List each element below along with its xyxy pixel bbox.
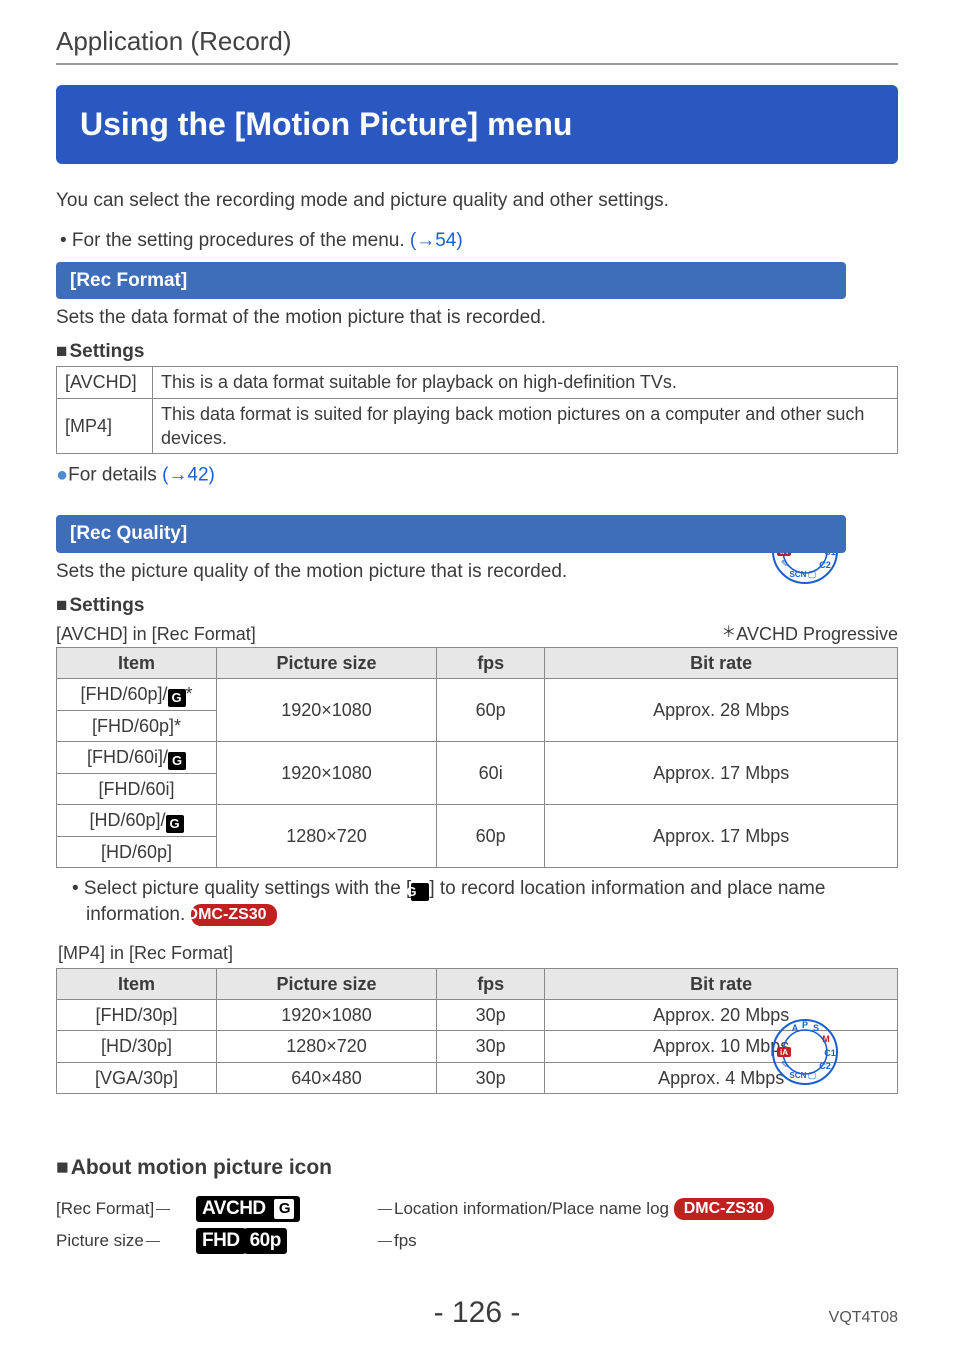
setting-proc-text: • For the setting procedures of the menu… bbox=[60, 230, 410, 251]
rec-format-desc: Sets the data format of the motion pictu… bbox=[56, 305, 898, 331]
fps-cell: 60p bbox=[437, 678, 545, 741]
picture-size-cell: 1920×1080 bbox=[217, 741, 437, 804]
rec-format-table: [AVCHD] This is a data format suitable f… bbox=[56, 366, 898, 454]
details-link[interactable]: (→42) bbox=[162, 465, 215, 486]
col-fps: fps bbox=[437, 647, 545, 678]
rec-format-header: [Rec Format] bbox=[56, 262, 846, 300]
fps-cell: 60p bbox=[437, 805, 545, 868]
setting-procedures-note: • For the setting procedures of the menu… bbox=[60, 228, 898, 254]
table-row: [AVCHD] This is a data format suitable f… bbox=[57, 367, 898, 398]
item-cell: [FHD/60p]/G* bbox=[57, 678, 217, 710]
g-icon: G bbox=[166, 815, 184, 833]
bitrate-cell: Approx. 4 Mbps bbox=[545, 1062, 898, 1093]
svg-text:A: A bbox=[792, 1023, 799, 1033]
label-location-log: Location information/Place name log DMC-… bbox=[394, 1198, 898, 1221]
picture-size-cell: 1280×720 bbox=[217, 805, 437, 868]
avchd-caption: [AVCHD] in [Rec Format] bbox=[56, 622, 256, 646]
col-item: Item bbox=[57, 647, 217, 678]
rec-quality-header: [Rec Quality] bbox=[56, 515, 846, 553]
item-cell: [FHD/60p]* bbox=[57, 710, 217, 741]
table-row: [FHD/60i]/G 1920×1080 60i Approx. 17 Mbp… bbox=[57, 741, 898, 773]
table-row: [FHD/60p]/G* 1920×1080 60p Approx. 28 Mb… bbox=[57, 678, 898, 710]
col-fps: fps bbox=[437, 968, 545, 999]
format-key: [AVCHD] bbox=[57, 367, 153, 398]
bitrate-cell: Approx. 17 Mbps bbox=[545, 741, 898, 804]
note-text-pre: • Select picture quality settings with t… bbox=[72, 878, 411, 899]
setting-proc-link[interactable]: (→54) bbox=[410, 230, 463, 251]
doc-code: VQT4T08 bbox=[829, 1307, 898, 1329]
mp4-caption: [MP4] in [Rec Format] bbox=[58, 941, 898, 965]
g-icon: G bbox=[168, 752, 186, 770]
col-picture-size: Picture size bbox=[217, 968, 437, 999]
svg-text:S: S bbox=[813, 1023, 819, 1033]
format-val: This data format is suited for playing b… bbox=[153, 398, 898, 454]
svg-text:▢: ▢ bbox=[808, 1070, 817, 1080]
g-icon: G bbox=[168, 689, 186, 707]
picture-size-cell: 1280×720 bbox=[217, 1031, 437, 1062]
format-val: This is a data format suitable for playb… bbox=[153, 367, 898, 398]
rec-quality-desc: Sets the picture quality of the motion p… bbox=[56, 559, 898, 585]
fps-cell: 30p bbox=[437, 1031, 545, 1062]
item-cell: [FHD/30p] bbox=[57, 1000, 217, 1031]
fps-cell: 60i bbox=[437, 741, 545, 804]
col-bitrate: Bit rate bbox=[545, 647, 898, 678]
table-header-row: Item Picture size fps Bit rate bbox=[57, 968, 898, 999]
svg-text:C1: C1 bbox=[824, 1048, 836, 1058]
picture-size-cell: 1920×1080 bbox=[217, 678, 437, 741]
icon-diagram: [Rec Format] AVCHD G Location informatio… bbox=[56, 1196, 898, 1254]
avchd-progressive-note: ＊AVCHD Progressive bbox=[721, 622, 898, 646]
details-text: For details bbox=[68, 465, 162, 486]
avchd-table: Item Picture size fps Bit rate [FHD/60p]… bbox=[56, 647, 898, 869]
svg-text:SCN: SCN bbox=[790, 1071, 807, 1080]
col-picture-size: Picture size bbox=[217, 647, 437, 678]
model-badge: DMC-ZS30 bbox=[674, 1198, 774, 1221]
intro-text: You can select the recording mode and pi… bbox=[56, 188, 898, 214]
fps-cell: 30p bbox=[437, 1000, 545, 1031]
label-fps: fps bbox=[394, 1230, 898, 1253]
bitrate-cell: Approx. 10 Mbps bbox=[545, 1031, 898, 1062]
item-cell: [FHD/60i]/G bbox=[57, 741, 217, 773]
col-item: Item bbox=[57, 968, 217, 999]
picture-size-cell: 640×480 bbox=[217, 1062, 437, 1093]
bitrate-cell: Approx. 17 Mbps bbox=[545, 805, 898, 868]
svg-text:C2: C2 bbox=[819, 1061, 831, 1071]
about-icon-header: About motion picture icon bbox=[56, 1154, 898, 1182]
item-cell: [HD/30p] bbox=[57, 1031, 217, 1062]
format-key: [MP4] bbox=[57, 398, 153, 454]
svg-text:M: M bbox=[822, 1034, 830, 1044]
rec-format-settings-label: Settings bbox=[56, 339, 898, 365]
table-row: [MP4] This data format is suited for pla… bbox=[57, 398, 898, 454]
table-row: [HD/60p]/G 1280×720 60p Approx. 17 Mbps bbox=[57, 805, 898, 837]
page-title: Using the [Motion Picture] menu bbox=[56, 85, 898, 164]
bitrate-cell: Approx. 28 Mbps bbox=[545, 678, 898, 741]
bullet-icon: ● bbox=[56, 464, 68, 486]
badge-fhd-60p: FHD60p bbox=[196, 1228, 376, 1254]
item-cell: [HD/60p] bbox=[57, 836, 217, 867]
item-cell: [VGA/30p] bbox=[57, 1062, 217, 1093]
page-number: - 126 - bbox=[0, 1293, 954, 1334]
g-icon: G bbox=[411, 883, 429, 901]
details-note: ●For details (→42) bbox=[56, 462, 898, 489]
model-badge: DMC-ZS30 bbox=[191, 904, 277, 927]
svg-text:P: P bbox=[802, 1020, 808, 1030]
label-rec-format: [Rec Format] bbox=[56, 1198, 196, 1221]
g-icon: G bbox=[274, 1199, 294, 1219]
item-cell: [FHD/60i] bbox=[57, 773, 217, 804]
fps-cell: 30p bbox=[437, 1062, 545, 1093]
svg-text:iA: iA bbox=[780, 1048, 788, 1057]
label-picture-size: Picture size bbox=[56, 1230, 196, 1253]
bitrate-cell: Approx. 20 Mbps bbox=[545, 1000, 898, 1031]
svg-text:✎: ✎ bbox=[781, 1060, 789, 1071]
badge-avchd: AVCHD G bbox=[196, 1196, 376, 1222]
select-quality-note: • Select picture quality settings with t… bbox=[72, 876, 896, 927]
breadcrumb: Application (Record) bbox=[56, 24, 898, 65]
item-cell: [HD/60p]/G bbox=[57, 805, 217, 837]
col-bitrate: Bit rate bbox=[545, 968, 898, 999]
rec-quality-settings-label: Settings bbox=[56, 593, 898, 619]
picture-size-cell: 1920×1080 bbox=[217, 1000, 437, 1031]
table-header-row: Item Picture size fps Bit rate bbox=[57, 647, 898, 678]
mode-dial-icon: P A S M C1 C2 ▢ SCN ✎ iA bbox=[768, 1015, 842, 1097]
